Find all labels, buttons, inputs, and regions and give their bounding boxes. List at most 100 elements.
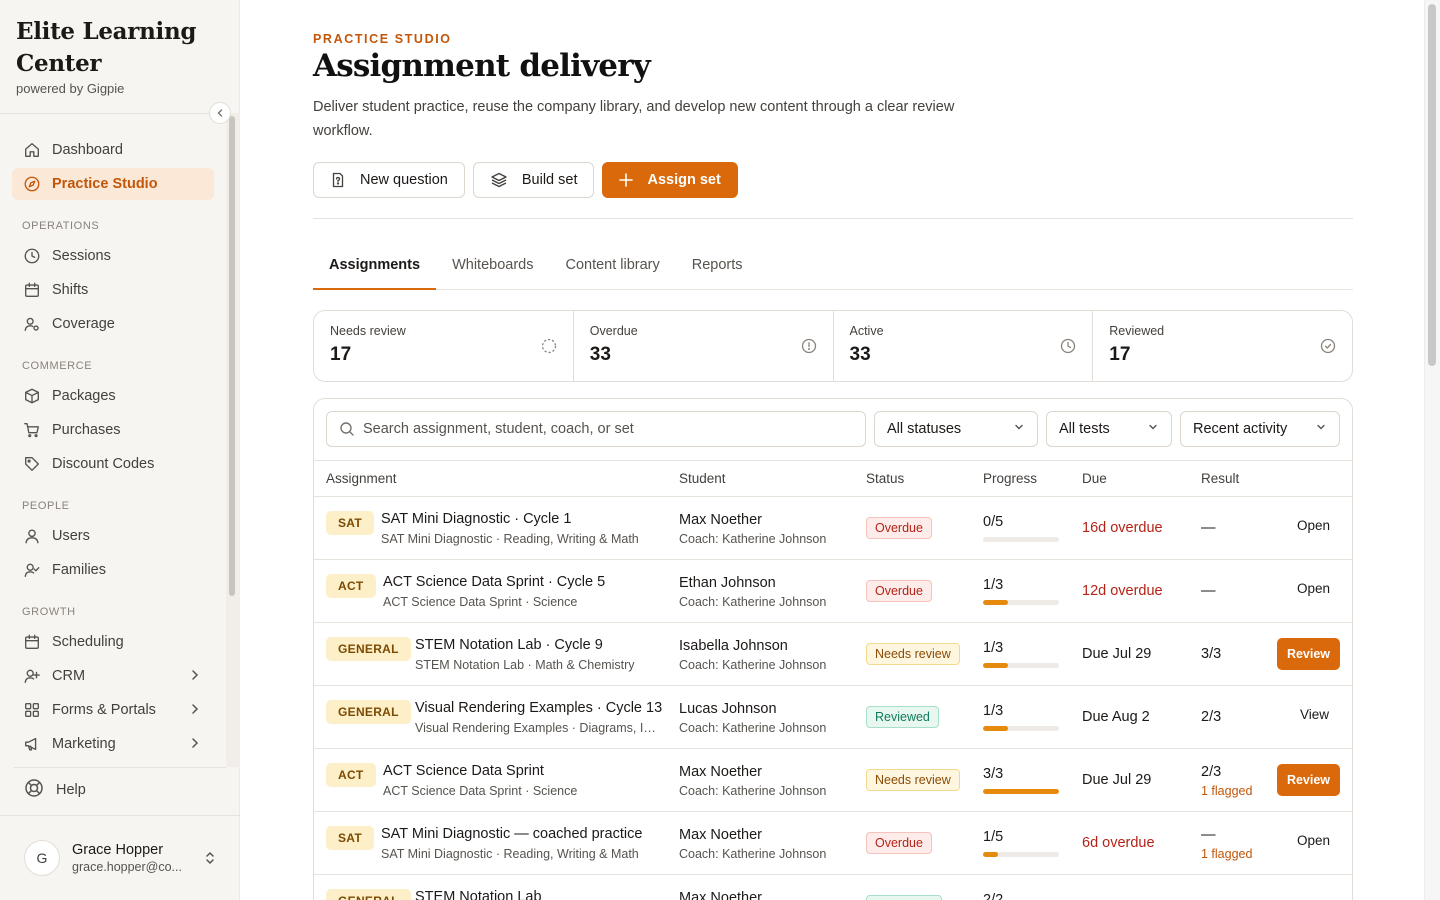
progress-bar: [983, 789, 1059, 794]
action-bar: New question Build set Assign set: [313, 162, 738, 198]
build-set-button[interactable]: Build set: [472, 162, 595, 198]
sidebar-scrollbar[interactable]: [229, 116, 235, 596]
status-badge: Overdue: [866, 580, 932, 602]
progress-count: 1/3: [983, 640, 1004, 656]
assign-set-button[interactable]: Assign set: [602, 162, 738, 198]
review-button[interactable]: Review: [1277, 638, 1340, 670]
collapse-sidebar-button[interactable]: [209, 102, 231, 124]
assignment-title[interactable]: ACT Science Data Sprint: [383, 763, 544, 779]
column-header-progress[interactable]: Progress: [983, 471, 1037, 486]
progress-count: 1/3: [983, 703, 1004, 719]
test-type-badge: GENERAL: [326, 700, 411, 724]
sidebar-item-forms-portals[interactable]: Forms & Portals: [12, 694, 214, 726]
sidebar-item-marketing[interactable]: Marketing: [12, 728, 214, 760]
tab-whiteboards[interactable]: Whiteboards: [436, 243, 549, 289]
view-link[interactable]: View: [1300, 707, 1329, 722]
sidebar-item-purchases[interactable]: Purchases: [12, 414, 214, 446]
coach-name: Coach: Katherine Johnson: [679, 784, 827, 798]
sidebar-item-shifts[interactable]: Shifts: [12, 274, 214, 306]
search-input[interactable]: Search assignment, student, coach, or se…: [326, 411, 866, 447]
status-badge: Needs review: [866, 769, 960, 791]
stat-active[interactable]: Active 33: [834, 311, 1094, 381]
status-filter-select[interactable]: All statuses: [874, 411, 1038, 447]
student-name: Lucas Johnson: [679, 701, 777, 717]
table-row[interactable]: SAT SAT Mini Diagnostic · Cycle 1 SAT Mini…: [314, 497, 1352, 560]
review-button[interactable]: Review: [1277, 764, 1340, 796]
column-header-student[interactable]: Student: [679, 471, 726, 486]
sidebar-item-packages[interactable]: Packages: [12, 380, 214, 412]
tab-reports[interactable]: Reports: [676, 243, 759, 289]
assignment-title[interactable]: SAT Mini Diagnostic — coached practice: [381, 826, 642, 842]
chevron-right-icon: [188, 702, 202, 720]
new-question-button[interactable]: New question: [313, 162, 465, 198]
sidebar-item-scheduling[interactable]: Scheduling: [12, 626, 214, 658]
sidebar-bottom-divider: [14, 767, 226, 768]
progress-bar: [983, 600, 1059, 605]
column-header-status[interactable]: Status: [866, 471, 904, 486]
sort-select[interactable]: Recent activity: [1180, 411, 1340, 447]
open-link[interactable]: Open: [1297, 581, 1330, 596]
sidebar-item-label: Practice Studio: [52, 176, 158, 192]
progress-count: 1/5: [983, 829, 1004, 845]
stat-needs-review[interactable]: Needs review 17: [314, 311, 574, 381]
assignment-title[interactable]: ACT Science Data Sprint · Cycle 5: [383, 574, 605, 590]
progress-bar: [983, 537, 1059, 542]
sidebar-item-label: Scheduling: [52, 634, 124, 650]
assignment-title[interactable]: SAT Mini Diagnostic · Cycle 1: [381, 511, 571, 527]
sidebar-item-families[interactable]: Families: [12, 554, 214, 586]
table-row[interactable]: GENERAL Visual Rendering Examples · Cycle…: [314, 686, 1352, 749]
sidebar-item-crm[interactable]: CRM: [12, 660, 214, 692]
tab-assignments[interactable]: Assignments: [313, 243, 437, 290]
chevron-right-icon: [188, 736, 202, 754]
progress-bar: [983, 726, 1059, 731]
clock-icon: [1060, 338, 1076, 359]
user-menu[interactable]: G Grace Hopper grace.hopper@co...: [24, 840, 224, 876]
sidebar-item-users[interactable]: Users: [12, 520, 214, 552]
help-link[interactable]: Help: [24, 778, 86, 802]
stat-value: 17: [1109, 344, 1131, 365]
table-row[interactable]: ACT ACT Science Data Sprint ACT Science Da…: [314, 749, 1352, 812]
stat-value: 33: [849, 344, 871, 365]
search-placeholder: Search assignment, student, coach, or se…: [363, 421, 634, 437]
table-row[interactable]: SAT SAT Mini Diagnostic — coached practic…: [314, 812, 1352, 875]
assignment-title[interactable]: Visual Rendering Examples · Cycle 13: [415, 700, 662, 716]
coach-name: Coach: Katherine Johnson: [679, 595, 827, 609]
assignments-table: Search assignment, student, coach, or se…: [313, 398, 1353, 900]
stat-value: 33: [589, 344, 611, 365]
sidebar-nav: Dashboard Practice Studio OPERATIONS Sessio…: [12, 134, 214, 762]
page-scrollbar[interactable]: [1428, 4, 1436, 366]
stat-reviewed[interactable]: Reviewed 17: [1093, 311, 1352, 381]
avatar: G: [24, 840, 60, 876]
user-gear-icon: [22, 314, 42, 334]
assignment-subtitle: STEM Notation Lab · Math & Chemistry: [415, 658, 635, 672]
result-score: 2/3: [1201, 709, 1222, 725]
result-score: —: [1201, 583, 1216, 599]
assign-set-label: Assign set: [647, 172, 721, 188]
column-header-due[interactable]: Due: [1082, 471, 1107, 486]
open-link[interactable]: Open: [1297, 518, 1330, 533]
test-filter-select[interactable]: All tests: [1046, 411, 1172, 447]
sidebar-item-sessions[interactable]: Sessions: [12, 240, 214, 272]
stat-value: 17: [330, 344, 352, 365]
due-date: Due Jul 29: [1082, 772, 1152, 788]
sidebar-item-dashboard[interactable]: Dashboard: [12, 134, 214, 166]
column-header-assignment[interactable]: Assignment: [326, 471, 397, 486]
assignment-title[interactable]: STEM Notation Lab: [415, 889, 542, 900]
table-row[interactable]: GENERAL STEM Notation Lab · Cycle 9 STEM N…: [314, 623, 1352, 686]
assignment-title[interactable]: STEM Notation Lab · Cycle 9: [415, 637, 603, 653]
sidebar-item-coverage[interactable]: Coverage: [12, 308, 214, 340]
tab-content-library[interactable]: Content library: [549, 243, 675, 289]
table-row[interactable]: ACT ACT Science Data Sprint · Cycle 5 ACT …: [314, 560, 1352, 623]
stat-overdue[interactable]: Overdue 33: [574, 311, 834, 381]
sidebar-item-label: Dashboard: [52, 142, 123, 158]
sidebar-item-label: Families: [52, 562, 106, 578]
calendar-icon: [22, 280, 42, 300]
table-row[interactable]: GENERAL STEM Notation Lab Max Noether 2/2: [314, 875, 1352, 900]
sidebar-item-practice-studio[interactable]: Practice Studio: [12, 168, 214, 200]
column-header-result[interactable]: Result: [1201, 471, 1239, 486]
sidebar-item-discount-codes[interactable]: Discount Codes: [12, 448, 214, 480]
test-type-badge: SAT: [326, 511, 375, 535]
user-email: grace.hopper@co...: [72, 860, 182, 874]
open-link[interactable]: Open: [1297, 833, 1330, 848]
progress-bar: [983, 663, 1059, 668]
